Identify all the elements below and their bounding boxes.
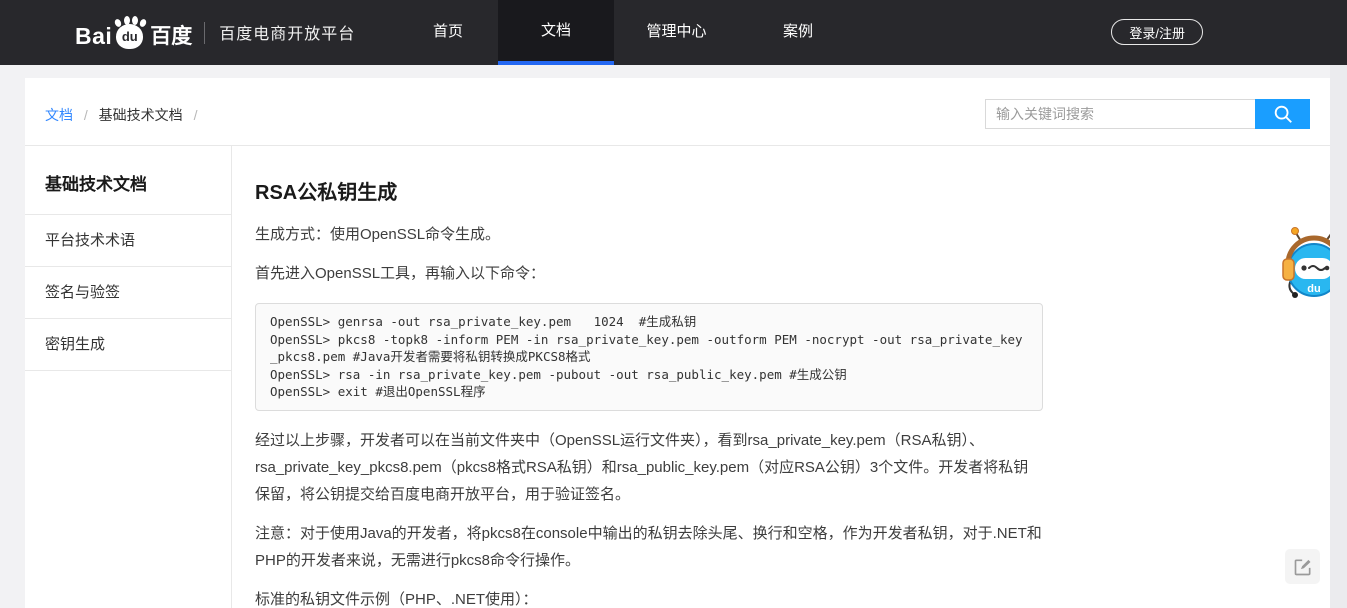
baidu-paw-icon: du (113, 16, 147, 50)
magnifier-icon (1272, 103, 1294, 125)
nav-tab-docs[interactable]: 文档 (498, 0, 614, 65)
logo-text-bai: Bai (75, 23, 112, 50)
search-input[interactable] (985, 99, 1255, 129)
nav-tab-cases[interactable]: 案例 (739, 0, 857, 65)
breadcrumb-docs-link[interactable]: 文档 (45, 107, 73, 123)
top-header: Bai du 百度 百度电商开放平台 首页 文档 管理中心 案例 登录/注册 (0, 0, 1347, 65)
page-scrollbar[interactable] (1330, 65, 1347, 608)
logo-divider (204, 22, 205, 44)
baidu-logo[interactable]: Bai du 百度 (75, 16, 192, 50)
login-register-button[interactable]: 登录/注册 (1111, 19, 1203, 45)
paragraph-private-key-example-label: 标准的私钥文件示例（PHP、.NET使用）： (255, 586, 1043, 608)
page-title: RSA公私钥生成 (255, 176, 1043, 205)
search-button[interactable] (1255, 99, 1310, 129)
mascot-du-label: du (1307, 283, 1320, 295)
doc-sidebar: 基础技术文档 平台技术术语 签名与验签 密钥生成 (25, 146, 232, 608)
breadcrumb-separator: / (84, 107, 88, 123)
breadcrumb: 文档 / 基础技术文档 / (45, 105, 204, 125)
logo-text-du: du (122, 29, 138, 44)
content-row: 基础技术文档 平台技术术语 签名与验签 密钥生成 RSA公私钥生成 生成方式：使… (25, 146, 1330, 608)
logo-area: Bai du 百度 百度电商开放平台 (75, 0, 355, 65)
search-box (985, 99, 1310, 129)
paragraph-openssl-intro: 首先进入OpenSSL工具，再输入以下命令： (255, 260, 1043, 287)
nav-tab-home[interactable]: 首页 (398, 0, 498, 65)
sidebar-item-key-generation[interactable]: 密钥生成 (25, 319, 231, 371)
paragraph-java-note: 注意：对于使用Java的开发者，将pkcs8在console中输出的私钥去除头尾… (255, 520, 1043, 574)
article: RSA公私钥生成 生成方式：使用OpenSSL命令生成。 首先进入OpenSSL… (232, 146, 1330, 608)
paragraph-generation-method: 生成方式：使用OpenSSL命令生成。 (255, 221, 1043, 248)
logo-text-cn: 百度 (150, 20, 192, 50)
compose-pencil-icon (1293, 557, 1313, 577)
sidebar-title: 基础技术文档 (25, 146, 231, 215)
top-nav: 首页 文档 管理中心 案例 (398, 0, 857, 65)
breadcrumb-search-bar: 文档 / 基础技术文档 / (25, 78, 1330, 146)
nav-tab-admin[interactable]: 管理中心 (614, 0, 739, 65)
breadcrumb-separator: / (194, 107, 198, 123)
breadcrumb-current: 基础技术文档 (99, 107, 183, 123)
sidebar-item-sign-verify[interactable]: 签名与验签 (25, 267, 231, 319)
sidebar-item-platform-terms[interactable]: 平台技术术语 (25, 215, 231, 267)
content-card: 文档 / 基础技术文档 / 基础技术文档 平台技术术语 签名与验签 密钥生成 (25, 78, 1330, 608)
feedback-edit-button[interactable] (1285, 549, 1320, 584)
site-name: 百度电商开放平台 (219, 20, 355, 46)
paragraph-steps-result: 经过以上步骤，开发者可以在当前文件夹中（OpenSSL运行文件夹），看到rsa_… (255, 427, 1043, 508)
code-block-openssl-commands: OpenSSL> genrsa -out rsa_private_key.pem… (255, 303, 1043, 411)
